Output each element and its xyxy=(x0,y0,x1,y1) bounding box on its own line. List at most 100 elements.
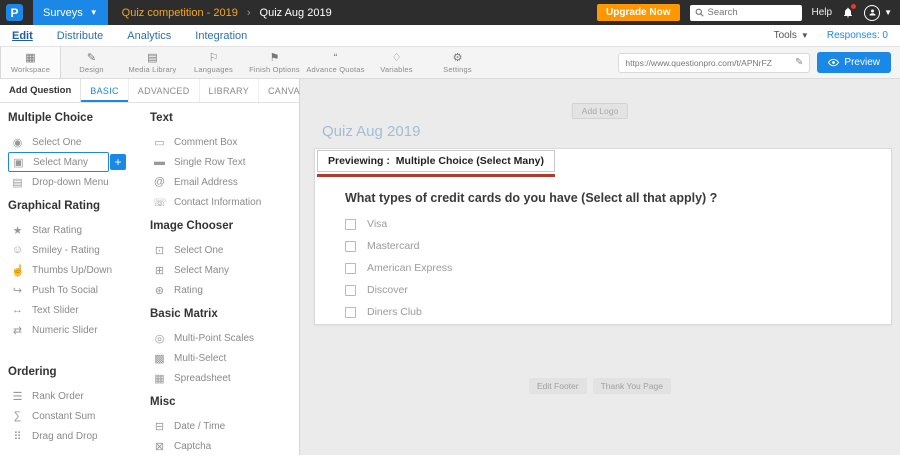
question-type-label: Numeric Slider xyxy=(32,325,98,336)
answer-option-label: Discover xyxy=(367,284,408,296)
nav-tab-integration[interactable]: Integration xyxy=(195,30,247,42)
toolbar-item-label: Design xyxy=(79,65,104,74)
question-type-captcha[interactable]: ⊠Captcha xyxy=(150,436,293,455)
toolbar-item-finish-options[interactable]: ⚑Finish Options xyxy=(244,47,305,78)
question-type-select-many[interactable]: ▣Select Many+ xyxy=(8,152,109,172)
smiley-icon: ☺ xyxy=(11,244,24,256)
question-type-label: Single Row Text xyxy=(174,157,246,168)
section-heading-multiple-choice: Multiple Choice xyxy=(8,112,150,126)
add-question-panel-header: Add Question BASICADVANCEDLIBRARYCANVAS … xyxy=(0,79,299,103)
toolbar-item-media-library[interactable]: ▤Media Library xyxy=(122,47,183,78)
survey-title[interactable]: Quiz Aug 2019 xyxy=(322,123,420,140)
question-type-rating[interactable]: ⊛Rating xyxy=(150,280,293,300)
account-menu[interactable]: ▼ xyxy=(864,5,892,21)
question-type-select-one[interactable]: ⊡Select One xyxy=(150,240,293,260)
question-type-rank-order[interactable]: ☰Rank Order xyxy=(8,386,150,406)
question-text[interactable]: What types of credit cards do you have (… xyxy=(345,191,717,205)
question-type-drag-and-drop[interactable]: ⠿Drag and Drop xyxy=(8,426,150,446)
checkbox-american-express[interactable] xyxy=(345,263,356,274)
survey-preview-area: Add Logo Quiz Aug 2019 Previewing : Mult… xyxy=(300,79,900,455)
panel-tab-library[interactable]: LIBRARY xyxy=(200,79,259,102)
section-graphical-rating: Graphical Rating★Star Rating☺Smiley - Ra… xyxy=(8,200,150,340)
survey-url-value[interactable]: https://www.questionpro.com/t/APNrFZ xyxy=(625,58,790,68)
question-type-single-row-text[interactable]: ▬Single Row Text xyxy=(150,152,293,172)
survey-url-field[interactable]: https://www.questionpro.com/t/APNrFZ ✎ xyxy=(618,53,810,73)
upgrade-now-button[interactable]: Upgrade Now xyxy=(597,4,679,21)
question-type-email-address[interactable]: @ Email Address xyxy=(150,172,293,192)
email-icon: @ xyxy=(153,176,166,188)
search-input[interactable] xyxy=(708,7,797,18)
tools-menu[interactable]: Tools ▼ xyxy=(774,30,809,41)
surveys-menu-button[interactable]: Surveys ▼ xyxy=(33,0,108,25)
checkbox-mastercard[interactable] xyxy=(345,241,356,252)
drag-drop-icon: ⠿ xyxy=(11,430,24,443)
search-box[interactable] xyxy=(690,5,802,21)
nav-tabs: Edit Distribute Analytics Integration xyxy=(12,30,247,42)
thank-you-page-button[interactable]: Thank You Page xyxy=(593,378,671,394)
design-icon: ✎ xyxy=(87,52,96,64)
question-type-multi-select[interactable]: ▩Multi-Select xyxy=(150,348,293,368)
question-type-label: Email Address xyxy=(174,177,238,188)
question-type-push-to-social[interactable]: ↪Push To Social xyxy=(8,280,150,300)
question-type-select-one[interactable]: ◉Select One xyxy=(8,132,150,152)
question-type-numeric-slider[interactable]: ⇄Numeric Slider xyxy=(8,320,150,340)
question-type-smiley-rating[interactable]: ☺Smiley - Rating xyxy=(8,240,150,260)
questionpro-logo[interactable]: P xyxy=(6,4,23,21)
notification-badge xyxy=(851,4,856,9)
preview-card: Previewing : Multiple Choice (Select Man… xyxy=(314,148,892,325)
question-type-contact-information[interactable]: ☏Contact Information xyxy=(150,192,293,212)
question-types-column-1: Multiple Choice ◉Select One▣Select Many+▤… xyxy=(8,112,150,455)
question-type-text-slider[interactable]: ↔Text Slider xyxy=(8,300,150,320)
checkbox-diners-club[interactable] xyxy=(345,307,356,318)
add-logo-button[interactable]: Add Logo xyxy=(572,103,628,119)
breadcrumb-parent-link[interactable]: Quiz competition - 2019 xyxy=(122,7,238,19)
advance-quotas-icon: “ xyxy=(334,52,338,64)
question-type-spreadsheet[interactable]: ▦Spreadsheet xyxy=(150,368,293,388)
media-library-icon: ▤ xyxy=(147,52,157,64)
edit-footer-button[interactable]: Edit Footer xyxy=(529,378,587,394)
toolbar-item-workspace[interactable]: ▦Workspace xyxy=(0,47,61,78)
preview-button[interactable]: Preview xyxy=(817,52,891,73)
notifications-bell-icon[interactable] xyxy=(842,6,854,19)
nav-tab-analytics[interactable]: Analytics xyxy=(127,30,171,42)
question-type-select-many[interactable]: ⊞Select Many xyxy=(150,260,293,280)
eye-icon xyxy=(828,58,839,67)
question-type-multi-point-scales[interactable]: ◎Multi-Point Scales xyxy=(150,328,293,348)
checkbox-visa[interactable] xyxy=(345,219,356,230)
toolbar-items: ▦Workspace✎Design▤Media Library⚐Language… xyxy=(0,47,488,78)
edit-url-pencil-icon[interactable]: ✎ xyxy=(795,57,803,68)
panel-tab-advanced[interactable]: ADVANCED xyxy=(129,79,200,102)
question-type-star-rating[interactable]: ★Star Rating xyxy=(8,220,150,240)
toolbar-item-design[interactable]: ✎Design xyxy=(61,47,122,78)
toolbar-item-variables[interactable]: ♢Variables xyxy=(366,47,427,78)
answer-option-diners-club: Diners Club xyxy=(345,301,452,323)
question-type-label: Comment Box xyxy=(174,137,237,148)
toolbar-item-settings[interactable]: ⚙Settings xyxy=(427,47,488,78)
checkbox-discover[interactable] xyxy=(345,285,356,296)
responses-count-link[interactable]: Responses: 0 xyxy=(827,30,888,41)
question-type-comment-box[interactable]: ▭Comment Box xyxy=(150,132,293,152)
question-type-thumbs-up-down[interactable]: ☝Thumbs Up/Down xyxy=(8,260,150,280)
panel-tab-basic[interactable]: BASIC xyxy=(81,79,129,102)
preview-button-label: Preview xyxy=(844,57,880,68)
nav-tab-distribute[interactable]: Distribute xyxy=(57,30,103,42)
answer-option-visa: Visa xyxy=(345,213,452,235)
toolbar-item-advance-quotas[interactable]: “Advance Quotas xyxy=(305,47,366,78)
question-type-label: Rating xyxy=(174,285,203,296)
section-basic-matrix: Basic Matrix◎Multi-Point Scales▩Multi-Se… xyxy=(150,308,293,388)
question-type-label: Select One xyxy=(174,245,223,256)
question-type-drop-down-menu[interactable]: ▤Drop-down Menu xyxy=(8,172,150,192)
question-type-date-time[interactable]: ⊟Date / Time xyxy=(150,416,293,436)
question-type-label: Thumbs Up/Down xyxy=(32,265,112,276)
help-link[interactable]: Help xyxy=(812,7,833,18)
answer-options: VisaMastercardAmerican ExpressDiscoverDi… xyxy=(345,213,452,323)
nav-tab-edit[interactable]: Edit xyxy=(12,30,33,42)
add-selected-question-button[interactable]: + xyxy=(110,154,126,170)
toolbar: ▦Workspace✎Design▤Media Library⚐Language… xyxy=(0,47,900,79)
question-type-constant-sum[interactable]: ∑Constant Sum xyxy=(8,406,150,426)
navbar-right: Tools ▼ Responses: 0 xyxy=(774,30,888,41)
languages-icon: ⚐ xyxy=(209,52,219,64)
toolbar-item-languages[interactable]: ⚐Languages xyxy=(183,47,244,78)
variables-icon: ♢ xyxy=(392,52,402,64)
radio-list-icon: ◉ xyxy=(11,136,24,149)
